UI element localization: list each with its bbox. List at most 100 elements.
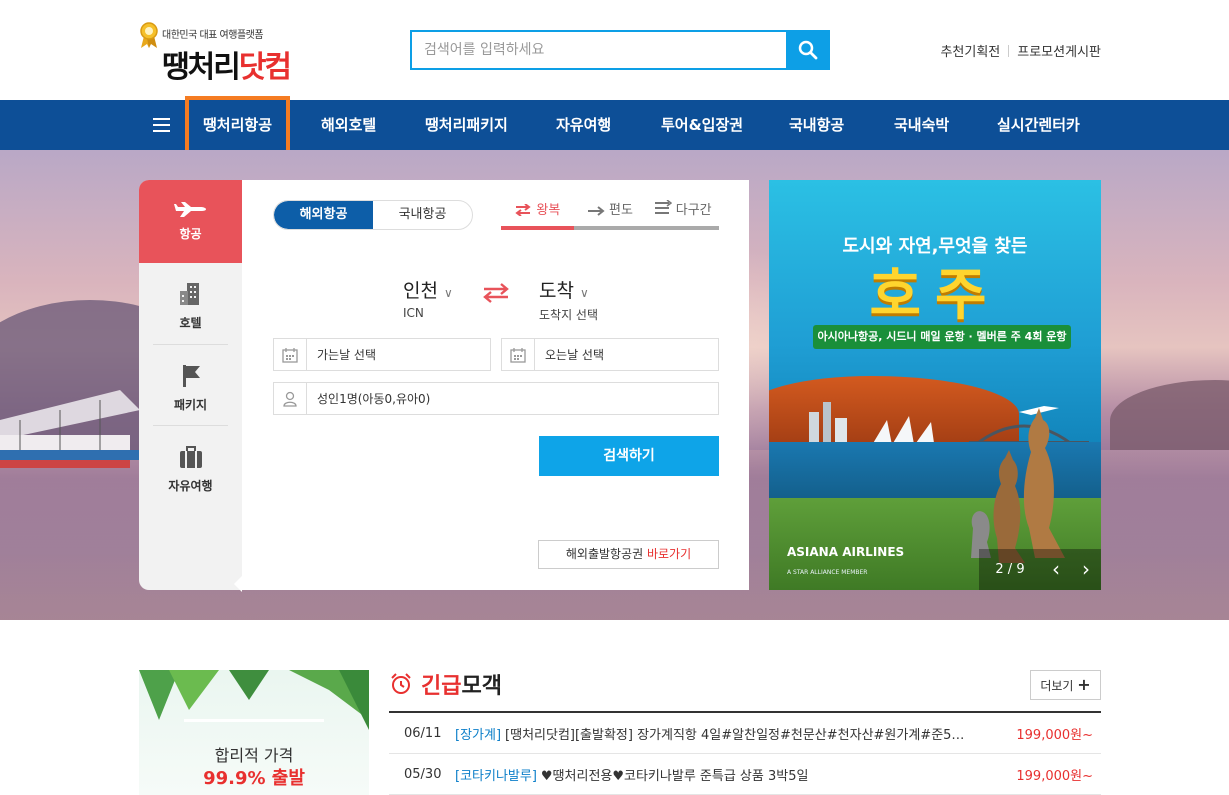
promo-line2: 99.9% 출발 [203, 768, 305, 789]
toggle-domestic-flight[interactable]: 국내항공 [373, 201, 472, 229]
nav-item-flight-deals[interactable]: 땡처리항공 [185, 96, 291, 154]
flight-scope-toggle: 해외항공 국내항공 [273, 200, 473, 230]
arrow-right-icon [588, 206, 605, 216]
site-logo[interactable]: 대한민국 대표 여행플랫폼 땡처리닷컴 [138, 22, 308, 86]
hamburger-menu-icon[interactable] [153, 118, 170, 132]
arrival-city-hint: 도착지 선택 [539, 308, 599, 322]
divider [184, 719, 324, 722]
nav-item-overseas-hotel[interactable]: 해외호텔 [321, 100, 376, 150]
urgent-section-title: 긴급 모객 [389, 668, 502, 700]
tab-hotel[interactable]: 호텔 [139, 281, 242, 331]
promo-line1: 합리적 가격 [214, 746, 294, 765]
divider [1008, 44, 1010, 57]
item-date: 05/30 [404, 766, 442, 782]
medal-icon [140, 22, 158, 48]
arrival-city-select[interactable]: 도착 ∨ 도착지 선택 [539, 276, 598, 323]
top-links: 추천기획전 프로모션게시판 [940, 41, 1101, 60]
chevron-right-icon[interactable]: › [1071, 549, 1101, 590]
site-header: 대한민국 대표 여행플랫폼 땡처리닷컴 추천기획전 프로모션게시판 [0, 0, 1229, 100]
trip-type-round-label: 왕복 [536, 203, 561, 218]
nav-item-free-travel[interactable]: 자유여행 [556, 100, 611, 150]
logo-tagline: 대한민국 대표 여행플랫폼 [162, 30, 264, 41]
tab-package[interactable]: 패키지 [139, 363, 242, 413]
promo-thumbnail[interactable]: 합리적 가격 99.9% 출발 [139, 670, 369, 795]
tab-hotel-label: 호텔 [179, 316, 202, 330]
alarm-clock-icon [391, 673, 411, 694]
item-tag: [코타키나발루] [455, 768, 537, 784]
person-icon [283, 391, 297, 407]
flag-icon [182, 365, 200, 387]
item-tag: [장가계] [455, 727, 502, 743]
search-box [410, 30, 830, 70]
round-trip-arrows-icon [515, 203, 532, 217]
chevron-left-icon[interactable]: ‹ [1041, 549, 1071, 590]
main-nav: 땡처리항공 해외호텔 땡처리패키지 자유여행 투어&입장권 국내항공 국내숙박 … [0, 96, 1229, 154]
trip-type-multi[interactable]: 다구간 [646, 199, 720, 230]
tab-flight-label: 항공 [179, 227, 202, 241]
item-price: 199,000원~ [1016, 768, 1093, 784]
depart-date-field[interactable]: 가는날 선택 [273, 338, 491, 371]
tab-free-travel[interactable]: 자유여행 [139, 446, 242, 494]
category-tabs: 항공 호텔 패키지 자유여행 [139, 180, 250, 592]
trip-type-round[interactable]: 왕복 [501, 200, 574, 230]
trip-type-oneway[interactable]: 편도 [573, 200, 647, 230]
divider [153, 425, 228, 426]
departure-city-code: ICN [403, 306, 424, 320]
item-desc: [땡처리닷컴][출발확정] 장가계직항 4일#알찬일정#천문산#천자산#원가계#… [505, 727, 965, 743]
logo-text-a: 땡처리 [162, 50, 241, 85]
tab-free-travel-label: 자유여행 [168, 479, 213, 493]
promo-banner[interactable]: 도시와 자연,무엇을 찾든 호주 아시아나항공, 시드니 매일 운항 · 멜버른… [769, 180, 1101, 590]
kangaroo-illustration [971, 408, 1065, 563]
list-item[interactable]: 06/11 [장가계] [땡처리닷컴][출발확정] 장가계직항 4일#알찬일정#… [389, 713, 1101, 754]
banner-pager: 2 / 9 ‹ › [979, 549, 1101, 590]
nav-item-rent-car[interactable]: 실시간렌터카 [997, 100, 1080, 150]
more-label: 더보기 [1040, 679, 1074, 693]
swap-cities-icon[interactable] [482, 283, 510, 303]
urgent-title-red: 긴급 [421, 674, 462, 699]
banner-page-counter: 2 / 9 [995, 562, 1025, 577]
plus-icon: + [1077, 675, 1091, 694]
nav-item-package[interactable]: 땡처리패키지 [425, 100, 508, 150]
toggle-overseas-flight[interactable]: 해외항공 [274, 201, 373, 229]
ticket-link-cta: 바로가기 [646, 547, 692, 561]
ticket-link-text: 해외출발항공권 [565, 547, 644, 561]
search-icon [798, 40, 818, 60]
building-icon [179, 283, 199, 305]
airplane-icon [173, 202, 206, 217]
flight-search-button[interactable]: 검색하기 [539, 436, 719, 476]
panel-notch [234, 576, 242, 592]
more-button[interactable]: 더보기 + [1030, 670, 1101, 700]
return-date-text: 오는날 선택 [545, 348, 605, 362]
nav-item-tour-tickets[interactable]: 투어&입장권 [661, 100, 743, 150]
tab-package-label: 패키지 [173, 398, 208, 412]
search-button[interactable] [786, 30, 830, 70]
list-item[interactable]: 05/30 [코타키나발루] ♥땡처리전용♥코타키나발루 준특급 상품 3박5일… [389, 754, 1101, 795]
trip-type-tabs: 왕복 편도 다구간 [501, 199, 720, 230]
trip-type-oneway-label: 편도 [609, 203, 633, 218]
overseas-departure-ticket-link[interactable]: 해외출발항공권 바로가기 [538, 540, 719, 569]
suitcase-icon [179, 446, 202, 468]
departure-city-select[interactable]: 인천 ∨ ICN [403, 276, 453, 320]
boat-illustration [0, 390, 140, 468]
nav-item-domestic-flight[interactable]: 국내항공 [789, 100, 844, 150]
chevron-down-icon: ∨ [443, 286, 453, 300]
top-link-recommend[interactable]: 추천기획전 [940, 41, 1000, 60]
passenger-text: 성인1명(아동0,유아0) [317, 392, 431, 406]
urgent-title-black: 모객 [461, 674, 502, 699]
return-date-field[interactable]: 오는날 선택 [501, 338, 719, 371]
logo-wordmark: 땡처리닷컴 [162, 42, 292, 86]
logo-text-b: 닷컴 [238, 50, 292, 85]
banner-ribbon: 아시아나항공, 시드니 매일 운항 · 멜버른 주 4회 운항 [813, 325, 1071, 349]
top-link-promotion[interactable]: 프로모션게시판 [1017, 41, 1101, 60]
search-input[interactable] [412, 32, 782, 68]
flight-search-panel: 해외항공 국내항공 왕복 편도 다구간 인천 ∨ ICN 도착 ∨ 도착지 선택… [242, 180, 749, 590]
tab-flight[interactable]: 항공 [139, 180, 250, 263]
banner-title: 호주 [869, 263, 1001, 328]
nav-item-domestic-stay[interactable]: 국내숙박 [894, 100, 949, 150]
airline-logo-text: ASIANA AIRLINES [787, 545, 905, 559]
trip-type-multi-label: 다구간 [675, 203, 712, 218]
divider [153, 344, 228, 345]
passenger-field[interactable]: 성인1명(아동0,유아0) [273, 382, 719, 415]
calendar-icon [510, 347, 526, 363]
arrival-city-name: 도착 [539, 280, 574, 302]
